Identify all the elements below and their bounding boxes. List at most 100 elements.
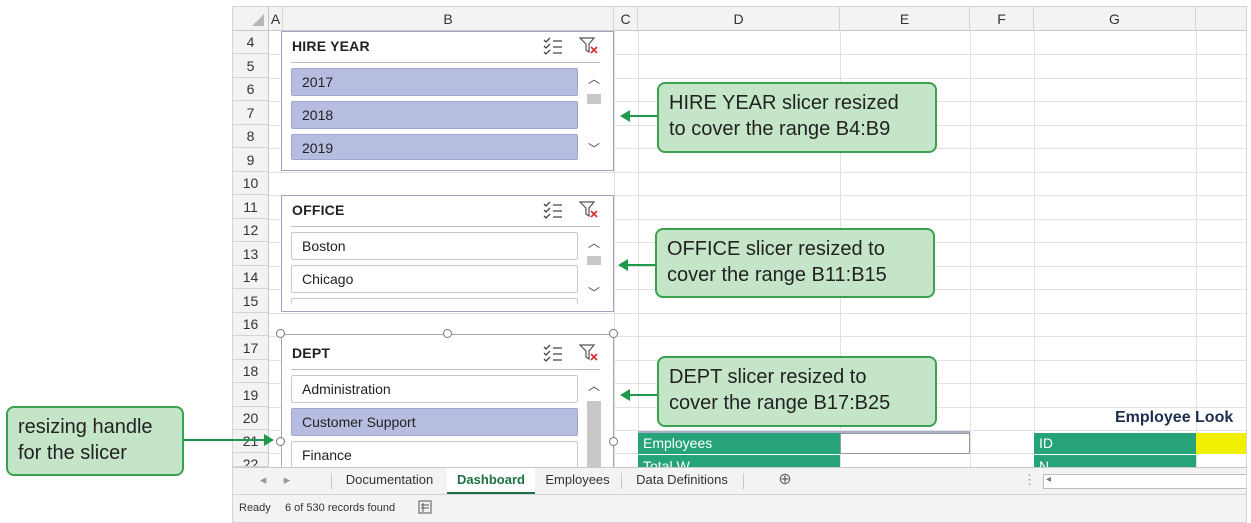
slicer-item[interactable]: Finance: [291, 441, 578, 469]
office-slicer[interactable]: OFFICE Boston Chicago ︿ ﹀: [281, 195, 614, 312]
employees-label-cell[interactable]: Employees: [638, 433, 840, 454]
gridline: [970, 31, 971, 467]
office-callout: OFFICE slicer resized to cover the range…: [655, 228, 935, 298]
slicer-item[interactable]: 2018: [291, 101, 578, 129]
resize-handle-top-right[interactable]: [609, 329, 618, 338]
slicer-scrollbar[interactable]: ︿: [584, 375, 604, 475]
resize-handle-top[interactable]: [443, 329, 452, 338]
scroll-up-icon[interactable]: ︿: [584, 377, 604, 395]
column-header-e[interactable]: E: [840, 7, 970, 31]
row-header[interactable]: 18: [233, 360, 269, 383]
slicer-item[interactable]: 2019: [291, 134, 578, 160]
tab-dashboard[interactable]: Dashboard: [447, 468, 535, 494]
arrow-head-icon: [620, 110, 630, 122]
scroll-thumb[interactable]: [587, 94, 601, 104]
row-header[interactable]: 19: [233, 383, 269, 407]
row-header[interactable]: 13: [233, 242, 269, 266]
tab-scroll-left-icon[interactable]: ◂: [253, 468, 273, 492]
hire-year-callout: HIRE YEAR slicer resized to cover the ra…: [657, 82, 937, 153]
callout-line: to cover the range B4:B9: [669, 118, 891, 140]
row-header[interactable]: 22: [233, 453, 269, 467]
status-ready: Ready: [239, 502, 271, 514]
clear-filter-icon[interactable]: [579, 344, 599, 362]
column-header-b[interactable]: B: [283, 7, 614, 31]
tab-scroll-right-icon[interactable]: ▸: [277, 468, 297, 492]
clear-filter-icon[interactable]: [579, 201, 599, 219]
arrow-line: [630, 394, 657, 396]
slicer-divider: [291, 226, 600, 227]
split-handle-icon[interactable]: ⋮: [1023, 468, 1036, 492]
multi-select-icon[interactable]: [543, 344, 563, 362]
scroll-thumb[interactable]: [587, 401, 601, 475]
row-header[interactable]: 14: [233, 266, 269, 289]
add-sheet-icon[interactable]: ⊕: [773, 468, 797, 492]
resize-handle-left[interactable]: [276, 437, 285, 446]
slicer-scrollbar[interactable]: ︿ ﹀: [584, 232, 604, 304]
arrow-head-icon: [620, 389, 630, 401]
tab-employees[interactable]: Employees: [535, 468, 620, 492]
row-header[interactable]: 6: [233, 78, 269, 101]
tab-data-definitions[interactable]: Data Definitions: [622, 468, 742, 492]
select-all-corner[interactable]: [233, 7, 269, 31]
row-header[interactable]: 17: [233, 336, 269, 360]
row-header[interactable]: 10: [233, 172, 269, 195]
row-header[interactable]: 12: [233, 219, 269, 242]
column-header-d[interactable]: D: [638, 7, 840, 31]
sheet-tab-bar: ◂ ▸ Documentation Dashboard Employees Da…: [233, 467, 1246, 494]
dept-callout: DEPT slicer resized to cover the range B…: [657, 356, 937, 427]
slicer-item[interactable]: Boston: [291, 232, 578, 260]
gridline: [1034, 31, 1035, 467]
hire-year-slicer[interactable]: HIRE YEAR 2017 2018 2019 ︿ ﹀: [281, 31, 614, 171]
scroll-down-icon[interactable]: ﹀: [584, 140, 604, 158]
gridline: [269, 172, 1246, 173]
slicer-item-partial[interactable]: [291, 298, 578, 304]
row-header[interactable]: 16: [233, 313, 269, 336]
column-header-f[interactable]: F: [970, 7, 1034, 31]
row-header[interactable]: 7: [233, 101, 269, 125]
callout-line: HIRE YEAR slicer resized: [669, 92, 899, 114]
callout-line: cover the range B11:B15: [667, 264, 887, 286]
employees-value-cell[interactable]: [840, 433, 970, 454]
slicer-item[interactable]: 2017: [291, 68, 578, 96]
scroll-thumb[interactable]: [587, 256, 601, 265]
slicer-title: OFFICE: [292, 202, 345, 218]
row-header[interactable]: 4: [233, 31, 269, 54]
horizontal-scrollbar[interactable]: ◂: [1043, 474, 1246, 489]
dept-slicer[interactable]: DEPT Administration Customer Support Fin…: [281, 334, 614, 475]
multi-select-icon[interactable]: [543, 201, 563, 219]
slicer-item[interactable]: Customer Support: [291, 408, 578, 436]
scroll-down-icon[interactable]: ﹀: [584, 284, 604, 302]
scroll-up-icon[interactable]: ︿: [584, 234, 604, 252]
slicer-item[interactable]: Administration: [291, 375, 578, 403]
total-label-cell[interactable]: Total W: [638, 455, 840, 467]
row-header[interactable]: 5: [233, 54, 269, 78]
tab-documentation[interactable]: Documentation: [332, 468, 447, 492]
arrow-head-icon: [264, 434, 274, 446]
clear-filter-icon[interactable]: [579, 37, 599, 55]
row-header[interactable]: 9: [233, 148, 269, 172]
slicer-scrollbar[interactable]: ︿ ﹀: [584, 68, 604, 160]
resize-handle-top-left[interactable]: [276, 329, 285, 338]
scroll-up-icon[interactable]: ︿: [584, 70, 604, 88]
row-header[interactable]: 15: [233, 289, 269, 313]
column-header-h[interactable]: [1196, 7, 1246, 31]
arrow-line: [628, 264, 655, 266]
id-label-cell[interactable]: ID: [1034, 433, 1196, 454]
accessibility-icon[interactable]: [418, 500, 432, 517]
id-input-cell[interactable]: [1196, 433, 1246, 454]
slicer-title: HIRE YEAR: [292, 38, 370, 54]
row-header[interactable]: 11: [233, 195, 269, 219]
column-header-c[interactable]: C: [614, 7, 638, 31]
column-header-a[interactable]: A: [269, 7, 283, 31]
arrow-line: [184, 439, 264, 441]
name-label-cell[interactable]: N: [1034, 455, 1196, 467]
gridline: [1196, 31, 1197, 467]
scroll-left-icon[interactable]: ◂: [1046, 474, 1051, 485]
multi-select-icon[interactable]: [543, 37, 563, 55]
row-header[interactable]: 20: [233, 407, 269, 430]
arrow-line: [630, 115, 657, 117]
slicer-item[interactable]: Chicago: [291, 265, 578, 293]
row-header[interactable]: 8: [233, 125, 269, 148]
column-header-g[interactable]: G: [1034, 7, 1196, 31]
resize-handle-right[interactable]: [609, 437, 618, 446]
